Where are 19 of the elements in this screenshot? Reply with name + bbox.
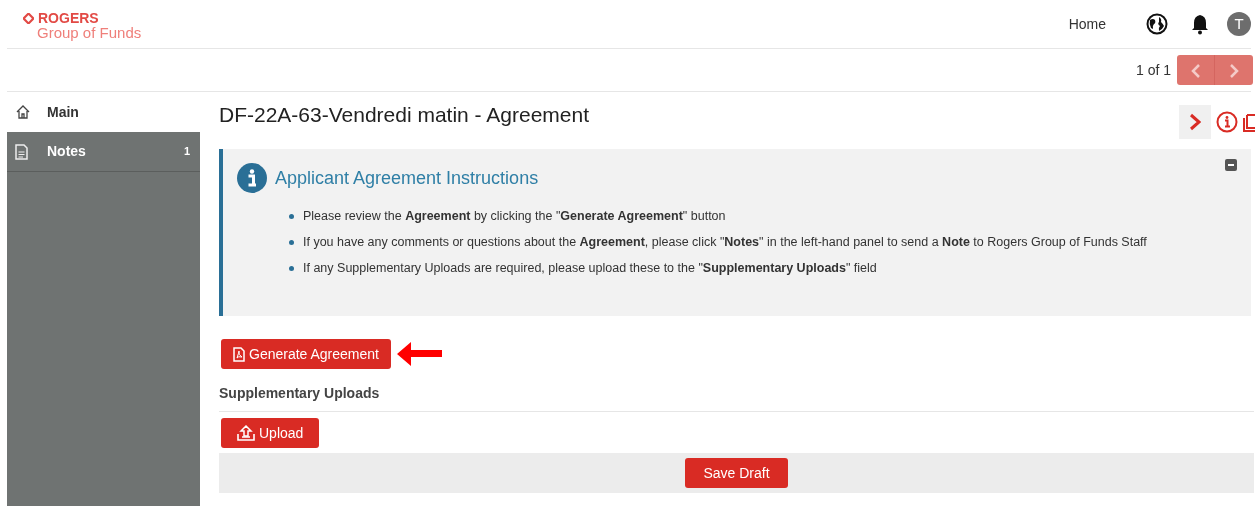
save-draft-button[interactable]: Save Draft	[685, 458, 788, 488]
instruction-text: If any Supplementary Uploads are required, please upload these to the "Supplementary Uploads" field	[303, 260, 877, 277]
sidebar-item[interactable]: Main	[7, 92, 200, 132]
upload-button[interactable]: Upload	[221, 418, 320, 448]
sidebar-label: Main	[47, 102, 79, 122]
instruction-text: If you have any comments or questions about the Agreement, please click "Notes" in the left-hand panel to send a Note to Rogers Group of Funds Staff	[303, 234, 1147, 251]
home-link[interactable]: Home	[1068, 13, 1106, 35]
instruction-text: Please review the Agreement by clicking the "Generate Agreement" button	[303, 208, 726, 225]
generate-agreement-button[interactable]: Generate Agreement	[221, 339, 391, 369]
logo-subtitle: Group of Funds	[36, 25, 142, 41]
logo-text: ROGERS	[38, 11, 99, 25]
section-label: Supplementary Uploads	[219, 384, 381, 403]
page-count: 1 of 1	[1135, 60, 1171, 80]
page-title: DF-22A-63-Vendredi matin - Agreement	[219, 102, 589, 128]
logo[interactable]: ROGERS Group of Funds	[23, 11, 142, 41]
panel-title: Applicant Agreement Instructions	[275, 166, 539, 190]
avatar[interactable]: T	[1227, 12, 1251, 36]
count: 1	[183, 144, 190, 160]
sidebar-label: Notes	[47, 142, 86, 161]
